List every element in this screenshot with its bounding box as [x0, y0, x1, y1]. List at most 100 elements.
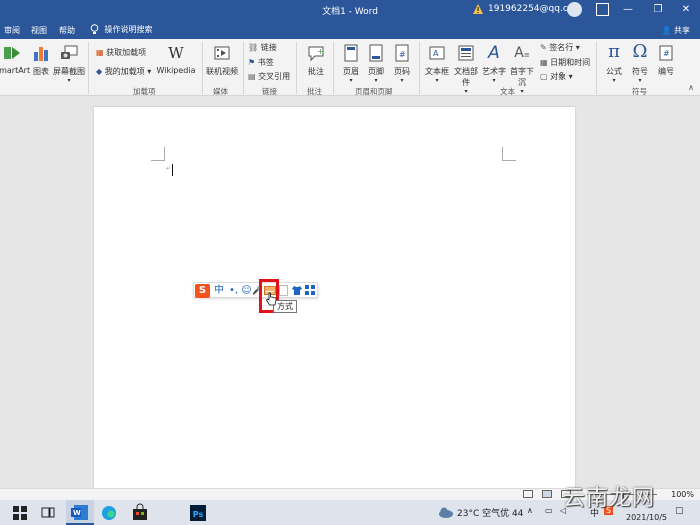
warning-icon[interactable] [472, 3, 484, 15]
margin-mark-top-left [151, 147, 165, 161]
symbol-label: 符号 [632, 67, 648, 76]
equation-button[interactable]: π 公式 ▾ [601, 41, 627, 85]
ime-punct-toggle[interactable]: •, [227, 284, 240, 298]
footer-label: 页脚 [368, 67, 384, 76]
svg-text:+: + [317, 47, 324, 56]
tell-me-label: 操作说明搜索 [104, 25, 153, 34]
menu-grid-icon[interactable] [305, 285, 316, 296]
margin-mark-top-right [502, 147, 516, 161]
header-button[interactable]: 页眉 ▾ [339, 44, 363, 84]
tray-chevron-icon[interactable]: ∧ [527, 506, 533, 515]
store-icon[interactable] [130, 503, 150, 522]
lightbulb-icon [90, 24, 99, 34]
date-time-label: 日期和时间 [550, 58, 591, 67]
notification-icon[interactable]: ▢ [675, 506, 684, 516]
wordart-button[interactable]: A 艺术字 ▾ [481, 44, 507, 84]
window-title: 文档1 - Word [322, 7, 378, 17]
bookmark-icon: ⚑ [248, 58, 256, 67]
watermark-logo: 云南龙网 [563, 486, 656, 511]
footer-button[interactable]: 页脚 ▾ [364, 44, 388, 84]
wordart-icon: A [488, 43, 500, 63]
share-button[interactable]: 👤 共享 [661, 25, 690, 36]
wikipedia-label: Wikipedia [156, 66, 196, 75]
bookmark-button[interactable]: ⚑ 书签 [248, 57, 274, 68]
windows-start-icon[interactable] [10, 503, 30, 522]
minimize-button[interactable]: — [614, 0, 642, 20]
date-time-button[interactable]: ▦ 日期和时间 [540, 57, 590, 68]
number-label: 编号 [658, 67, 674, 76]
tab-review[interactable]: 审阅 [4, 25, 20, 36]
print-layout-icon[interactable] [542, 490, 552, 498]
restore-button[interactable]: ❐ [644, 0, 672, 20]
video-icon [214, 46, 230, 60]
network-icon[interactable]: ▭ [545, 506, 553, 515]
avatar[interactable] [567, 2, 582, 17]
get-addins-button[interactable]: ▦ 获取加载项 [96, 47, 146, 58]
toolbox-icon[interactable] [279, 285, 288, 296]
object-icon: ▢ [540, 72, 548, 81]
footer-icon [369, 44, 383, 62]
bar-chart-icon [34, 47, 48, 61]
object-button[interactable]: ▢ 对象 ▾ [540, 71, 573, 82]
text-box-button[interactable]: A 文本框 ▾ [423, 44, 451, 84]
photoshop-icon[interactable]: Ps [190, 505, 206, 521]
weather-cloud-icon [439, 507, 453, 518]
task-view-icon[interactable] [38, 503, 58, 522]
document-page[interactable]: ↵ [94, 107, 575, 488]
symbol-button[interactable]: Ω 符号 ▾ [627, 42, 653, 85]
ribbon-display-options-icon[interactable] [596, 3, 609, 16]
zoom-level[interactable]: 100% [671, 490, 694, 499]
online-video-button[interactable]: 联机视频 [204, 44, 240, 77]
read-mode-icon[interactable] [523, 490, 533, 498]
signature-line-label: 签名行 [549, 43, 574, 52]
hand-cursor-icon [265, 292, 277, 306]
svg-text:W: W [73, 509, 81, 517]
edge-browser-icon[interactable] [99, 503, 119, 522]
tab-view[interactable]: 视图 [31, 25, 47, 36]
link-button[interactable]: ⛓ 链接 [248, 42, 277, 53]
addins-icon: ◆ [96, 67, 103, 76]
close-button[interactable]: ✕ [672, 0, 700, 20]
svg-text:A: A [433, 49, 439, 58]
wikipedia-button[interactable]: W Wikipedia [154, 44, 198, 75]
taskbar-date[interactable]: 2021/10/5 [626, 513, 667, 522]
my-addins-button[interactable]: ◆ 我的加载项 ▾ [96, 66, 151, 77]
bookmark-label: 书签 [257, 58, 274, 67]
link-label: 链接 [260, 43, 277, 52]
wordart-label: 艺术字 [482, 67, 506, 76]
camera-icon [61, 45, 78, 59]
cross-reference-button[interactable]: ▤ 交叉引用 [248, 71, 290, 82]
online-video-label: 联机视频 [206, 67, 238, 76]
chart-label: 图表 [33, 67, 49, 76]
weather-text[interactable]: 23°C 空气优 44 [457, 506, 523, 519]
comment-button[interactable]: + 批注 [303, 44, 329, 77]
drop-cap-icon: A≡ [514, 45, 530, 61]
text-box-label: 文本框 [425, 67, 449, 76]
title-bar: 文档1 - Word 191962254@qq.com — ❐ ✕ [0, 0, 700, 20]
pi-icon: π [608, 41, 620, 62]
tell-me-search[interactable]: 操作说明搜索 [90, 24, 153, 35]
page-number-button[interactable]: # 页码 ▾ [390, 44, 414, 84]
signature-icon: ✎ [540, 43, 547, 52]
share-label: 共享 [674, 26, 690, 35]
object-label: 对象 [550, 72, 567, 81]
smartart-button[interactable]: SmartArt [0, 44, 30, 75]
signature-line-button[interactable]: ✎ 签名行 ▾ [540, 42, 580, 53]
vertical-scrollbar[interactable] [690, 96, 698, 488]
collapse-ribbon-icon[interactable]: ∧ [688, 83, 694, 92]
ime-lang-toggle[interactable]: 中 [212, 284, 226, 298]
taskbar-word-active[interactable]: W [66, 500, 94, 525]
get-addins-label: 获取加载项 [106, 48, 147, 57]
quick-parts-label: 文档部件 [454, 67, 478, 87]
my-addins-label: 我的加载项 [104, 67, 145, 76]
skin-shirt-icon[interactable] [291, 285, 303, 296]
number-button[interactable]: # 编号 [654, 44, 678, 77]
link-icon: ⛓ [248, 43, 259, 52]
comment-label: 批注 [308, 67, 324, 76]
chart-button[interactable]: 图表 [30, 44, 52, 77]
quick-parts-button[interactable]: 文档部件 ▾ [451, 44, 481, 95]
page-number-label: 页码 [394, 67, 410, 76]
tab-help[interactable]: 帮助 [59, 25, 75, 36]
screenshot-button[interactable]: 屏幕截图 ▾ [53, 44, 85, 84]
sogou-logo-icon[interactable]: S [195, 284, 210, 298]
